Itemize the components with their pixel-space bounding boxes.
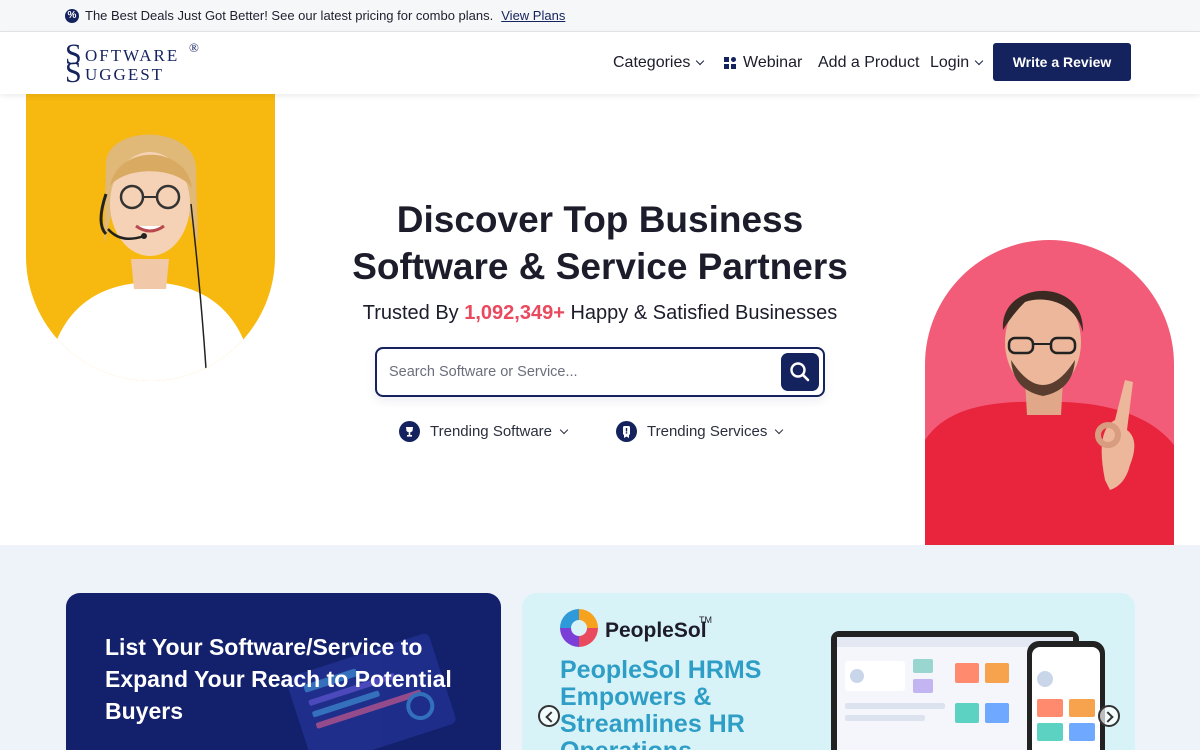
nav-add-product[interactable]: Add a Product xyxy=(818,54,919,72)
nav-categories[interactable]: Categories xyxy=(613,54,705,72)
search-button[interactable] xyxy=(781,353,819,391)
chevron-down-icon xyxy=(696,56,705,66)
hero-title: Discover Top Business Software & Service… xyxy=(300,196,900,290)
peoplesol-promo-card[interactable]: PeopleSol TM PeopleSol HRMS Empowers & S… xyxy=(522,593,1135,750)
announcement-text: The Best Deals Just Got Better! See our … xyxy=(85,8,494,23)
nav-webinar-label: Webinar xyxy=(743,54,803,71)
view-plans-link[interactable]: View Plans xyxy=(501,8,565,23)
trending-software-dropdown[interactable]: Trending Software xyxy=(399,421,569,442)
trademark-mark: TM xyxy=(699,615,712,625)
nav-add-product-label: Add a Product xyxy=(818,54,920,71)
logo-letter-s2: S xyxy=(65,56,82,89)
happy-customer-illustration xyxy=(925,290,1174,546)
hero-sub-prefix: Trusted By xyxy=(362,302,459,324)
hero-title-line-2: Software & Service Partners xyxy=(352,246,848,287)
search-icon xyxy=(790,362,810,382)
carousel-next-arrow-icon[interactable] xyxy=(1098,705,1120,727)
hero-happy-customer-image xyxy=(925,240,1174,546)
write-review-button[interactable]: Write a Review xyxy=(993,43,1131,81)
business-count: 1,092,349+ xyxy=(464,302,565,324)
site-header: S OFTWARE S UGGEST ® Categories Webinar … xyxy=(0,32,1200,94)
chevron-down-icon xyxy=(775,425,784,434)
peoplesol-brand: PeopleSol xyxy=(605,619,707,642)
peoplesol-headline: PeopleSol HRMS Empowers & Streamlines HR… xyxy=(560,656,762,750)
softwaresuggest-logo[interactable]: S OFTWARE S UGGEST ® xyxy=(65,38,205,88)
trending-services-label: Trending Services xyxy=(647,423,768,440)
list-your-software-card[interactable]: List Your Software/Service to Expand You… xyxy=(66,593,501,750)
logo-registered-mark: ® xyxy=(189,40,199,55)
chevron-down-icon xyxy=(974,56,984,66)
nav-login[interactable]: Login xyxy=(930,54,984,72)
announcement-content: % The Best Deals Just Got Better! See ou… xyxy=(65,8,565,23)
search-box xyxy=(375,347,825,397)
hrms-dashboard-mockup xyxy=(831,631,1105,750)
support-agent-illustration xyxy=(46,134,255,381)
search-input[interactable] xyxy=(389,361,769,383)
nav-webinar[interactable]: Webinar xyxy=(724,54,802,72)
trophy-icon xyxy=(399,421,420,442)
trending-services-dropdown[interactable]: Trending Services xyxy=(616,421,784,442)
chevron-down-icon xyxy=(559,425,569,434)
list-your-software-text: List Your Software/Service to Expand You… xyxy=(105,634,452,724)
deal-badge-icon: % xyxy=(65,8,79,23)
trending-software-label: Trending Software xyxy=(430,423,553,440)
logo-word-oftware: OFTWARE xyxy=(85,46,180,65)
hero-title-line-1: Discover Top Business xyxy=(396,199,804,240)
hero-sub-suffix: Happy & Satisfied Businesses xyxy=(570,302,838,324)
hero-support-agent-image xyxy=(26,94,275,381)
announcement-bar: % The Best Deals Just Got Better! See ou… xyxy=(0,0,1200,32)
webinar-icon xyxy=(724,56,737,70)
hero-subtitle: Trusted By 1,092,349+ Happy & Satisfied … xyxy=(300,302,900,325)
nav-login-label: Login xyxy=(930,54,970,71)
award-badge-icon xyxy=(616,421,637,442)
logo-word-uggest: UGGEST xyxy=(85,65,165,84)
peoplesol-logo-icon xyxy=(560,609,598,647)
nav-categories-label: Categories xyxy=(613,54,691,71)
carousel-prev-arrow-icon[interactable] xyxy=(538,705,560,727)
